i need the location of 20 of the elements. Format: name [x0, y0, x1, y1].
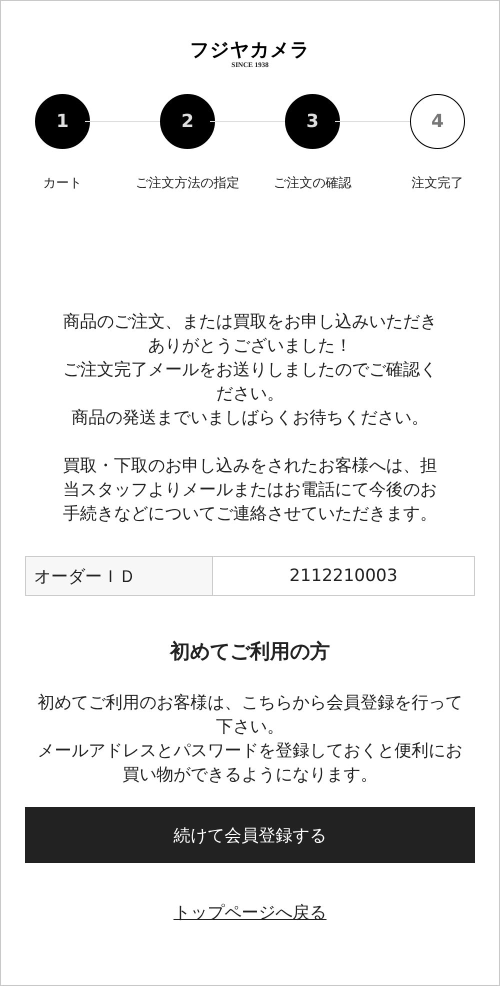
info-text: 初めてご利用のお客様は、こちらから会員登録を行って下さい。	[36, 692, 464, 739]
notice-text: 買取・下取のお申し込みをされたお客様へは、担当スタッフよりメールまたはお電話にて今後のお手続きなどについてご連絡させていただきます。	[62, 455, 438, 526]
table-cell-text: 2112210003	[288, 565, 399, 588]
info-text: メールアドレスとパスワードを登録しておくと便利にお買い物ができるようになります。	[36, 740, 464, 787]
step-label: ご注文方法の指定	[136, 175, 240, 192]
step-label: ご注文の確認	[274, 175, 352, 192]
step-label: カート	[43, 175, 82, 192]
step-number: 2	[160, 94, 215, 149]
message-text: ご注文完了メールをお送りしましたのでご確認ください。	[62, 359, 438, 406]
table-header-cell: オーダーＩＤ	[26, 557, 213, 595]
section-heading: 初めてご利用の方	[170, 638, 330, 665]
message-text: 商品のご注文、または買取をお申し込みいただきありがとうございました！	[62, 311, 438, 358]
back-to-top-link[interactable]: トップページへ戻る	[174, 901, 326, 924]
logo-name: フジヤカメラ	[190, 39, 310, 61]
step-number: 3	[285, 94, 340, 149]
step-label: 注文完了	[412, 175, 464, 192]
step-number: 4	[410, 94, 465, 149]
register-button[interactable]: 続けて会員登録する	[25, 807, 475, 863]
step-number: 1	[35, 94, 90, 149]
message-text: 商品の発送までいましばらくお待ちください。	[70, 407, 430, 430]
